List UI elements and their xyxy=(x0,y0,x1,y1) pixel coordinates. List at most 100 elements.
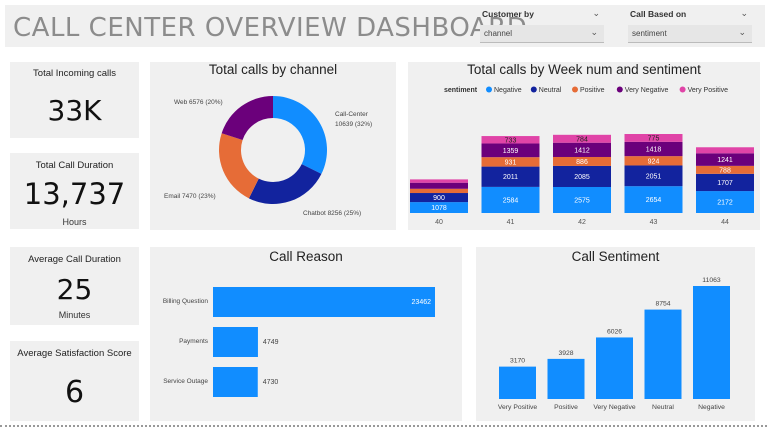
x-tick-label: 42 xyxy=(578,219,586,226)
x-tick-label: Neutral xyxy=(652,404,674,411)
y-tick-label: Billing Question xyxy=(163,298,209,305)
data-label: 2172 xyxy=(717,200,733,207)
week-sentiment-panel: Total calls by Week num and sentiment se… xyxy=(408,62,760,230)
kpi-value: 33K xyxy=(47,94,102,127)
data-label: 788 xyxy=(719,167,731,174)
data-label: 886 xyxy=(576,159,588,166)
stacked-bar-segment xyxy=(410,179,468,183)
data-label: 2584 xyxy=(503,197,519,204)
bar xyxy=(213,287,435,317)
x-tick-label: Negative xyxy=(698,404,725,411)
channel-donut-panel: Total calls by channel Call-Center 10639 … xyxy=(150,62,396,230)
x-tick-label: Positive xyxy=(554,404,578,411)
bar xyxy=(547,358,585,399)
data-label: 775 xyxy=(648,135,660,142)
donut-slice xyxy=(248,164,322,204)
call-sentiment-panel: Call Sentiment 3170 Very Positive 3928 Posi… xyxy=(476,247,755,421)
chart-title: Call Reason xyxy=(269,249,343,264)
data-label: 1359 xyxy=(503,148,519,155)
stacked-bar-segment xyxy=(410,182,468,189)
kpi-unit: Minutes xyxy=(58,310,91,320)
data-label: 924 xyxy=(648,158,660,165)
data-label: 2575 xyxy=(574,197,590,204)
donut-label: Email 7470 (23%) xyxy=(164,193,216,200)
legend-item: Negative xyxy=(494,87,522,94)
data-label: 1707 xyxy=(717,180,733,187)
data-label: 1078 xyxy=(431,205,447,212)
legend-item: Very Negative xyxy=(625,87,669,94)
slicer-label: Call Based on xyxy=(630,9,687,19)
data-label: 733 xyxy=(505,137,517,144)
x-tick-label: 43 xyxy=(650,219,658,226)
slicer-dropdown[interactable]: channel ⌄ xyxy=(480,25,604,43)
data-label: 2051 xyxy=(646,173,662,180)
bar xyxy=(644,309,682,399)
data-label: 23462 xyxy=(412,299,432,306)
data-label: 3928 xyxy=(558,350,573,357)
kpi-card-incoming: Total Incoming calls 33K xyxy=(10,62,139,138)
chevron-down-icon[interactable]: ⌄ xyxy=(592,8,600,19)
call-based-on-slicer[interactable]: Call Based on ⌄ sentiment ⌄ xyxy=(626,6,754,44)
data-label: 931 xyxy=(505,159,517,166)
data-label: 3170 xyxy=(510,358,525,365)
donut-label: Call-Center xyxy=(335,111,369,118)
legend-marker xyxy=(679,86,686,93)
chart-title: Total calls by Week num and sentiment xyxy=(467,62,701,77)
kpi-label: Total Incoming calls xyxy=(33,68,116,79)
week-sentiment-chart: sentiment Negative Neutral Positive Very Neg… xyxy=(410,86,754,226)
legend-item: Positive xyxy=(580,87,605,94)
donut-slice xyxy=(221,96,273,141)
chevron-down-icon[interactable]: ⌄ xyxy=(738,27,746,38)
kpi-unit: Hours xyxy=(62,217,87,227)
slicer-value: channel xyxy=(484,29,513,38)
data-label: 4749 xyxy=(263,339,279,346)
y-tick-label: Payments xyxy=(179,338,209,345)
data-label: 2011 xyxy=(503,174,518,181)
kpi-label: Average Call Duration xyxy=(28,254,121,265)
slicer-value: sentiment xyxy=(632,29,667,38)
data-label: 4730 xyxy=(263,379,279,386)
slicer-label: Customer by xyxy=(482,9,534,19)
stacked-bar-segment xyxy=(696,147,754,154)
kpi-card-avg-duration: Average Call Duration 25 Minutes xyxy=(10,247,139,325)
legend-marker xyxy=(572,86,578,93)
chart-title: Call Sentiment xyxy=(571,249,660,264)
slicer-dropdown[interactable]: sentiment ⌄ xyxy=(628,25,752,43)
chart-title: Total calls by channel xyxy=(208,62,338,77)
bar xyxy=(499,366,536,399)
kpi-value: 6 xyxy=(64,375,85,410)
kpi-value: 13,737 xyxy=(23,177,126,211)
donut-label: Web 6576 (20%) xyxy=(174,99,223,106)
legend-item: Very Positive xyxy=(688,87,729,94)
chevron-down-icon[interactable]: ⌄ xyxy=(590,27,598,38)
bar xyxy=(596,337,633,399)
call-sentiment-chart: 3170 Very Positive 3928 Positive 6026 Very Ne… xyxy=(498,277,730,411)
kpi-card-satisfaction: Average Satisfaction Score 6 xyxy=(10,341,139,421)
stacked-bar-segment xyxy=(410,188,468,194)
data-label: 900 xyxy=(433,195,445,202)
kpi-card-duration: Total Call Duration 13,737 Hours xyxy=(10,153,139,229)
legend-item: Neutral xyxy=(539,87,562,94)
chevron-down-icon[interactable]: ⌄ xyxy=(740,8,748,19)
data-label: 2085 xyxy=(574,174,590,181)
channel-donut-chart: Call-Center 10639 (32%) Chatbot 8256 (25%)… xyxy=(164,96,372,217)
data-label: 11063 xyxy=(702,277,721,284)
legend-title: sentiment xyxy=(444,87,478,94)
data-label: 8754 xyxy=(655,301,670,308)
legend-marker xyxy=(530,86,537,93)
call-reason-panel: Call Reason Billing Question 23462 Payment… xyxy=(150,247,462,421)
x-tick-label: 44 xyxy=(721,219,729,226)
x-tick-label: 40 xyxy=(435,219,443,226)
legend-marker xyxy=(486,86,492,93)
donut-label: Chatbot 8256 (25%) xyxy=(303,210,361,217)
donut-label: 10639 (32%) xyxy=(335,121,372,128)
y-tick-label: Service Outage xyxy=(163,378,208,385)
donut-slice xyxy=(219,133,259,199)
x-tick-label: Very Negative xyxy=(593,404,636,411)
call-reason-chart: Billing Question 23462 Payments 4749 Service… xyxy=(163,287,435,397)
data-label: 2654 xyxy=(646,197,662,204)
data-label: 1412 xyxy=(574,147,590,154)
data-label: 1418 xyxy=(646,146,662,153)
customer-by-slicer[interactable]: Customer by ⌄ channel ⌄ xyxy=(478,6,606,44)
kpi-label: Total Call Duration xyxy=(35,160,114,171)
